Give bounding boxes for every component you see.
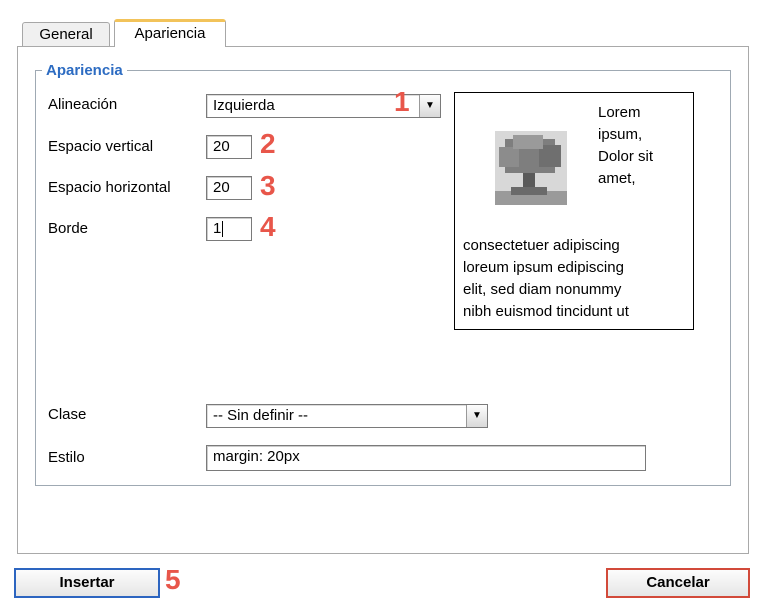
cancel-button[interactable]: Cancelar xyxy=(606,568,750,598)
clase-select[interactable]: -- Sin definir -- ▼ xyxy=(206,404,488,428)
insert-button[interactable]: Insertar xyxy=(14,568,160,598)
preview-body-line: consectetuer adipiscing xyxy=(463,237,620,254)
preview-side-line: amet, xyxy=(598,170,636,187)
borde-input[interactable]: 1 xyxy=(206,217,252,241)
preview-side-text: Lorem ipsum, Dolor sit amet, xyxy=(598,102,653,190)
marker-5: 5 xyxy=(165,564,181,595)
marker-2: 2 xyxy=(260,128,276,159)
tab-general[interactable]: General xyxy=(22,22,110,46)
preview-side-line: Lorem xyxy=(598,104,641,121)
estilo-label: Estilo xyxy=(48,449,85,466)
tree-image xyxy=(495,131,567,205)
preview-body-line: loreum ipsum edipiscing xyxy=(463,259,624,276)
alineacion-label: Alineación xyxy=(48,96,118,113)
chevron-down-icon: ▼ xyxy=(419,95,440,117)
borde-value: 1 xyxy=(213,220,222,237)
tab-apariencia[interactable]: Apariencia xyxy=(114,19,226,47)
borde-label: Borde xyxy=(48,220,89,237)
espacio-horizontal-input[interactable]: 20 xyxy=(206,176,252,200)
preview-body-line: nibh euismod tincidunt ut xyxy=(463,303,629,320)
preview-body-line: elit, sed diam nonummy xyxy=(463,281,622,298)
clase-label: Clase xyxy=(48,406,87,423)
preview-side-line: ipsum, xyxy=(598,126,643,143)
marker-4: 4 xyxy=(260,211,276,242)
clase-value: -- Sin definir -- xyxy=(213,407,309,424)
marker-1: 1 xyxy=(394,86,410,117)
espacio-horizontal-label: Espacio horizontal xyxy=(48,179,171,196)
espacio-vertical-label: Espacio vertical xyxy=(48,138,154,155)
espacio-vertical-input[interactable]: 20 xyxy=(206,135,252,159)
chevron-down-icon: ▼ xyxy=(466,405,487,427)
alineacion-value: Izquierda xyxy=(213,97,275,114)
text-caret xyxy=(222,221,224,238)
fieldset-legend: Apariencia xyxy=(46,62,123,79)
estilo-input[interactable]: margin: 20px xyxy=(206,445,646,471)
preview-side-line: Dolor sit xyxy=(598,148,654,165)
preview-body-text: consectetuer adipiscing loreum ipsum edi… xyxy=(463,235,629,323)
marker-3: 3 xyxy=(260,170,276,201)
preview-box: Lorem ipsum, Dolor sit amet, consectetue… xyxy=(454,92,694,330)
